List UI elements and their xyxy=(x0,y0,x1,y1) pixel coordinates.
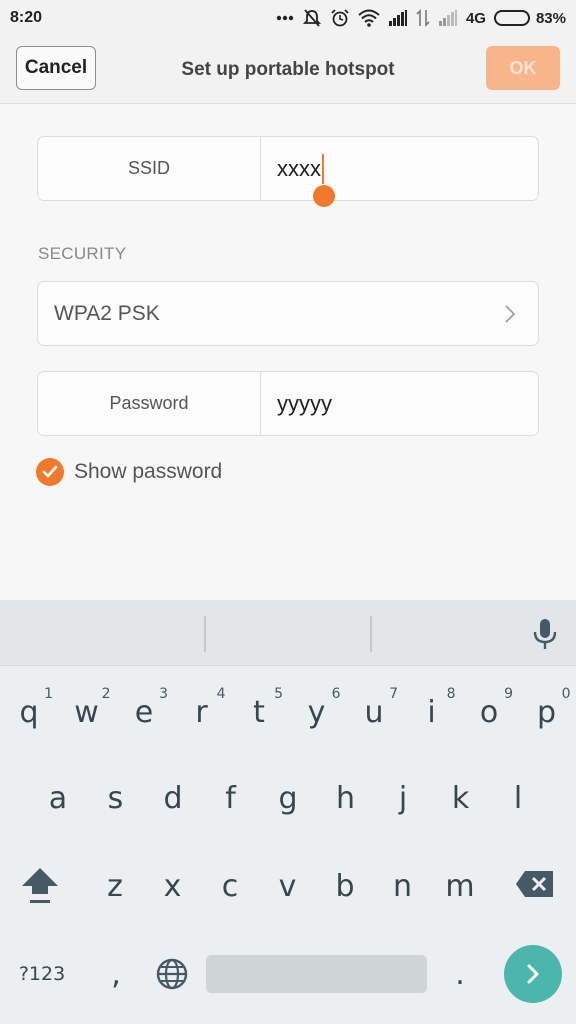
key-b[interactable]: b xyxy=(317,854,373,918)
key-hint: 0 xyxy=(561,686,571,702)
checkmark-icon[interactable] xyxy=(36,458,64,486)
key-u[interactable]: 7u xyxy=(346,680,402,744)
network-type: 4G xyxy=(465,9,486,27)
comma-key[interactable]: , xyxy=(88,942,144,1006)
key-w[interactable]: 2w xyxy=(59,680,115,744)
key-hint: 5 xyxy=(274,686,283,702)
key-label: q xyxy=(19,694,39,730)
symbols-key[interactable]: ?123 xyxy=(14,942,70,1006)
key-l[interactable]: l xyxy=(490,766,546,830)
key-hint: 6 xyxy=(331,686,341,702)
battery-icon: 83% xyxy=(493,9,566,27)
signal-weak-icon xyxy=(438,10,458,26)
notifications-off-icon xyxy=(302,8,322,28)
security-section-label: SECURITY xyxy=(38,244,127,263)
show-password-label: Show password xyxy=(74,460,223,483)
key-s[interactable]: s xyxy=(88,766,144,830)
key-z[interactable]: z xyxy=(87,854,143,918)
more-dots-icon xyxy=(276,15,294,21)
key-k[interactable]: k xyxy=(433,766,489,830)
key-hint: 8 xyxy=(446,686,456,702)
suggestion-bar xyxy=(0,600,576,666)
enter-key[interactable] xyxy=(504,945,562,1003)
key-label: r xyxy=(195,694,208,730)
key-label: i xyxy=(427,694,436,730)
password-value: yyyyy xyxy=(277,390,332,416)
key-f[interactable]: f xyxy=(203,766,259,830)
key-d[interactable]: d xyxy=(145,766,201,830)
key-i[interactable]: 8i xyxy=(404,680,460,744)
key-hint: 2 xyxy=(101,686,111,702)
key-r[interactable]: 4r xyxy=(174,680,230,744)
key-h[interactable]: h xyxy=(318,766,374,830)
ssid-value: xxxx xyxy=(277,155,321,181)
key-hint: 9 xyxy=(504,686,513,702)
key-o[interactable]: 9o xyxy=(461,680,517,744)
chevron-right-icon xyxy=(504,304,516,330)
alarm-icon xyxy=(330,8,350,28)
ssid-row: SSID xxxx xyxy=(37,136,539,207)
signal-icon xyxy=(388,10,408,26)
chevron-right-icon xyxy=(527,964,539,984)
security-select[interactable]: WPA2 PSK xyxy=(37,281,539,346)
key-n[interactable]: n xyxy=(375,854,431,918)
status-icons: 4G 83% xyxy=(276,8,566,28)
key-g[interactable]: g xyxy=(260,766,316,830)
key-v[interactable]: v xyxy=(260,854,316,918)
key-hint: 4 xyxy=(216,686,226,702)
wifi-icon xyxy=(358,9,380,27)
cancel-button[interactable]: Cancel xyxy=(16,46,96,90)
ok-button[interactable]: OK xyxy=(486,46,560,90)
key-label: y xyxy=(307,694,326,730)
key-t[interactable]: 5t xyxy=(231,680,287,744)
period-key[interactable]: . xyxy=(432,942,488,1006)
text-cursor xyxy=(322,153,324,184)
key-hint: 3 xyxy=(159,686,168,702)
space-key[interactable] xyxy=(206,955,427,993)
password-input[interactable]: yyyyy xyxy=(261,372,538,435)
password-label: Password xyxy=(38,372,261,435)
hotspot-form: SSID xxxx SECURITY WPA2 PSK Password yyy… xyxy=(0,104,576,600)
status-time: 8:20 xyxy=(10,9,43,26)
key-hint: 1 xyxy=(44,686,53,702)
key-j[interactable]: j xyxy=(375,766,431,830)
ssid-input[interactable]: xxxx xyxy=(261,137,538,207)
keyboard: 1q2w3e4r5t6y7u8i9o0p asdfghjkl zxcvbnm ?… xyxy=(0,600,576,1024)
key-hint: 7 xyxy=(389,686,398,702)
suggestion-divider xyxy=(204,616,206,652)
suggestion-divider xyxy=(370,616,372,652)
key-label: p xyxy=(536,694,557,730)
title-bar: Set up portable hotspot Cancel OK xyxy=(0,36,576,104)
mic-icon[interactable] xyxy=(532,618,558,655)
key-a[interactable]: a xyxy=(30,766,86,830)
ssid-label: SSID xyxy=(38,137,261,200)
key-y[interactable]: 6y xyxy=(289,680,345,744)
key-label: w xyxy=(74,694,99,730)
key-m[interactable]: m xyxy=(432,854,488,918)
status-bar: 8:20 4G 83% xyxy=(0,0,576,36)
key-label: t xyxy=(253,694,265,730)
key-label: u xyxy=(364,694,384,730)
key-label: o xyxy=(479,694,499,730)
key-p[interactable]: 0p xyxy=(519,680,575,744)
password-row: Password yyyyy xyxy=(37,371,539,436)
key-c[interactable]: c xyxy=(202,854,258,918)
battery-percent: 83% xyxy=(535,9,566,27)
backspace-key[interactable] xyxy=(507,852,563,916)
data-arrows-icon xyxy=(416,9,430,27)
globe-icon[interactable] xyxy=(144,942,200,1006)
key-label: e xyxy=(134,694,154,730)
security-value: WPA2 PSK xyxy=(54,301,160,325)
key-q[interactable]: 1q xyxy=(1,680,57,744)
show-password-checkbox[interactable]: Show password xyxy=(36,458,222,486)
key-e[interactable]: 3e xyxy=(116,680,172,744)
cursor-handle[interactable] xyxy=(313,185,335,207)
key-x[interactable]: x xyxy=(145,854,201,918)
shift-key[interactable] xyxy=(12,852,68,916)
